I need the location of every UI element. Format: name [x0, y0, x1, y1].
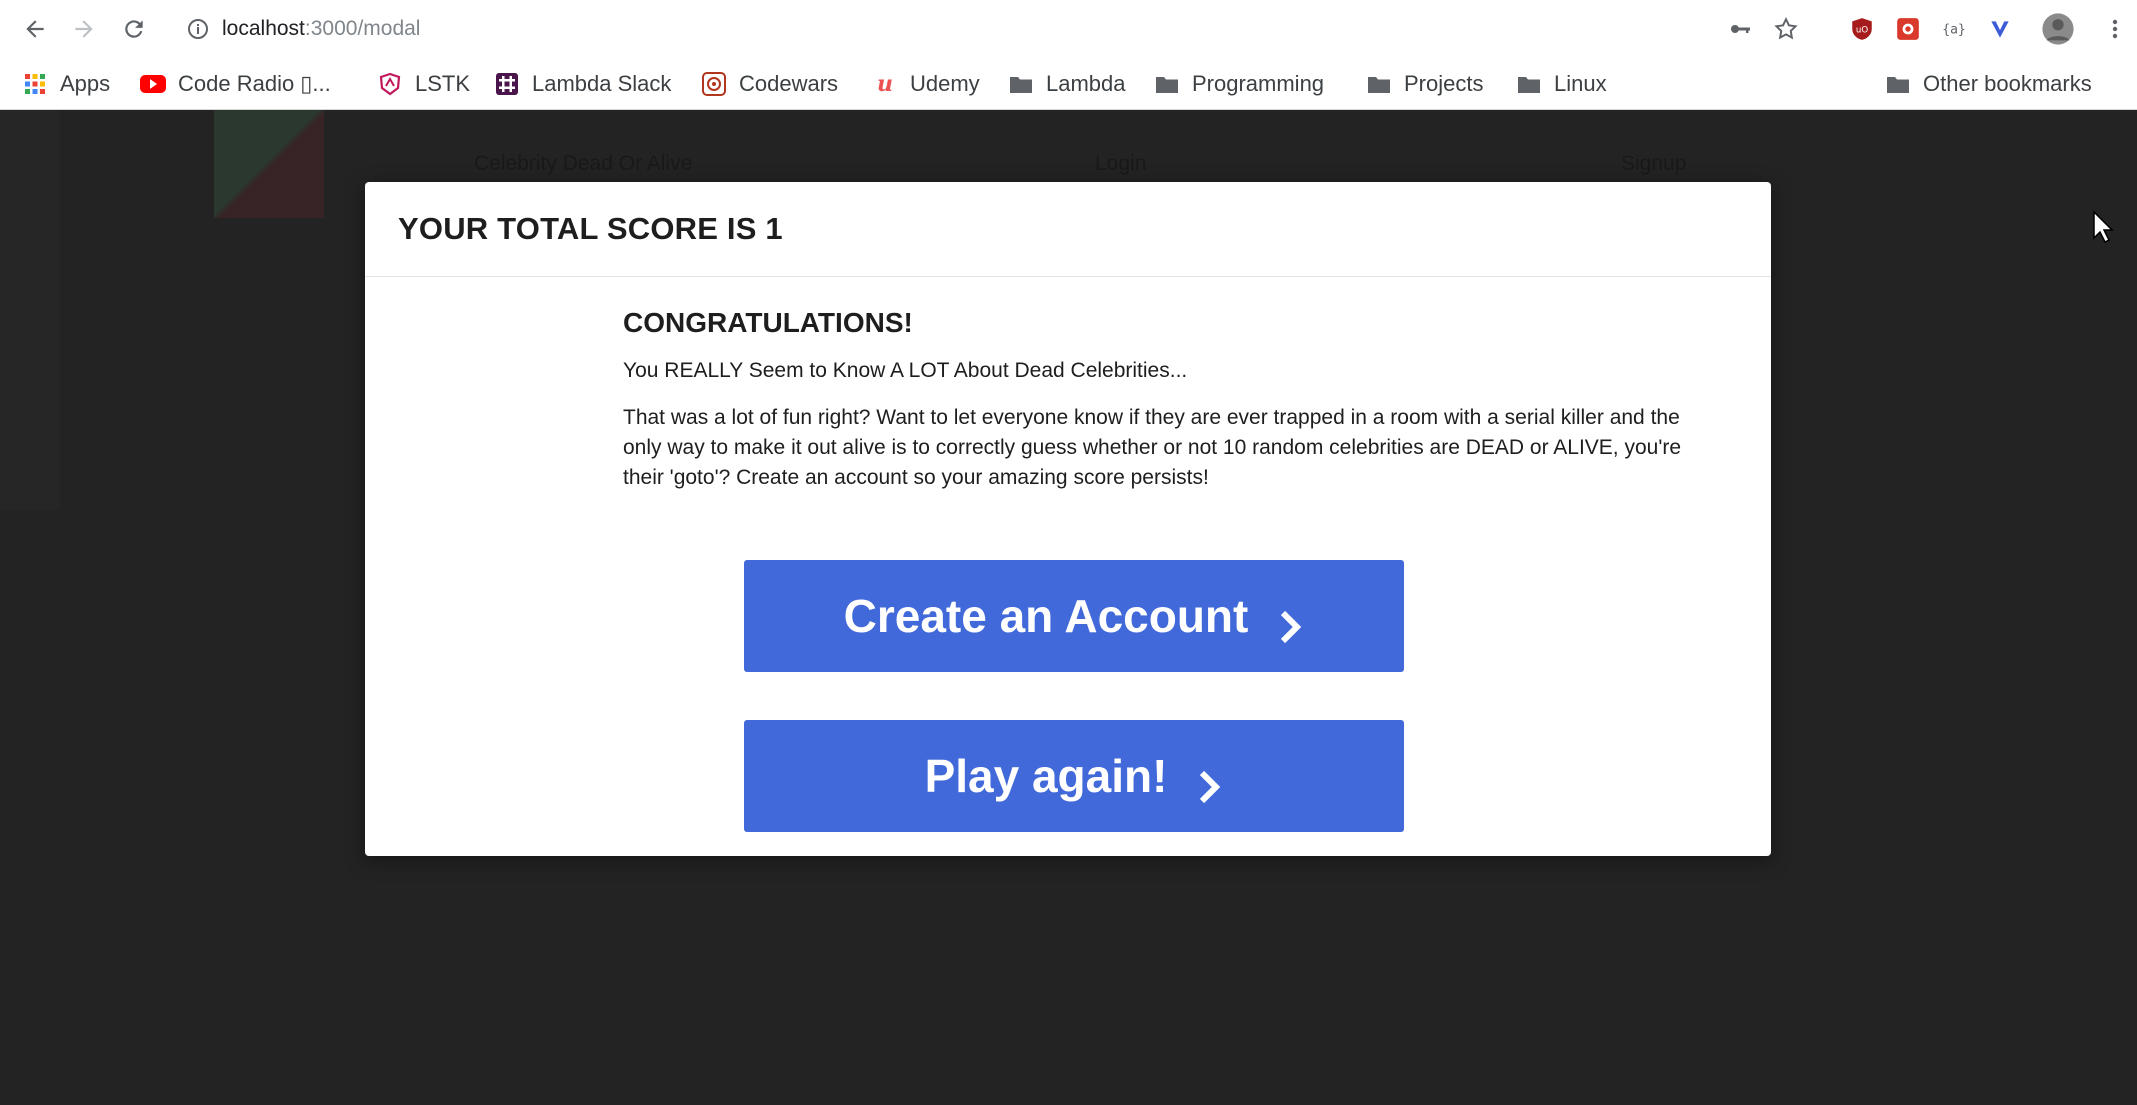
ublock-icon[interactable]: uO [1839, 8, 1885, 50]
play-again-label: Play again! [924, 750, 1168, 802]
pitch-text: That was a lot of fun right? Want to let… [623, 406, 1681, 489]
chevron-right-icon [1281, 610, 1302, 644]
nav-login[interactable]: Login [1095, 152, 1146, 176]
bookmark-label: LSTK [415, 71, 471, 96]
reload-button[interactable] [114, 9, 154, 49]
bookmark-label: Apps [60, 71, 111, 96]
bookmark-lambda[interactable]: Lambda [1008, 58, 1126, 110]
bookmark-label: Lambda [1046, 71, 1126, 96]
bookmarks-bar: Apps Code Radio ▯... LSTK Lambda Slack C… [0, 58, 2137, 110]
reload-icon [125, 20, 143, 38]
profile-avatar[interactable] [2023, 8, 2093, 50]
bookmark-label: Udemy [910, 71, 980, 96]
svg-text:{a}: {a} [1942, 22, 1965, 37]
bookmark-apps[interactable]: Apps [22, 58, 110, 110]
folder-icon [1366, 71, 1392, 97]
youtube-icon [140, 71, 166, 97]
star-icon[interactable] [1763, 8, 1809, 50]
url-path: :3000/modal [304, 17, 421, 40]
key-icon[interactable] [1717, 8, 1763, 50]
modal-title: YOUR TOTAL SCORE IS 1 [398, 211, 783, 246]
background-panel [0, 110, 60, 510]
folder-icon [1885, 71, 1911, 97]
chevron-right-icon [1200, 770, 1221, 804]
bookmark-label: Lambda Slack [532, 71, 672, 96]
bookmark-lambda-slack[interactable]: Lambda Slack [494, 58, 671, 110]
bookmark-codewars[interactable]: Codewars [701, 58, 838, 110]
congrats-heading: CONGRATULATIONS! [623, 307, 913, 338]
nav-signup[interactable]: Signup [1621, 152, 1686, 176]
slack-icon [494, 71, 520, 97]
folder-icon [1516, 71, 1542, 97]
bookmark-programming[interactable]: Programming [1154, 58, 1324, 110]
url-host: localhost [222, 17, 305, 40]
address-bar[interactable]: localhost:3000/modal [172, 8, 1672, 50]
forward-arrow-icon [75, 20, 93, 38]
forward-button[interactable] [64, 9, 104, 49]
back-arrow-icon [26, 20, 44, 38]
tagline-text: You REALLY Seem to Know A LOT About Dead… [623, 359, 1188, 382]
bookmark-label: Code Radio ▯... [178, 71, 331, 96]
nav-brand[interactable]: Celebrity Dead Or Alive [474, 152, 692, 176]
svg-text:uO: uO [1856, 25, 1868, 35]
bookmark-linux[interactable]: Linux [1516, 58, 1607, 110]
play-again-button[interactable]: Play again! [744, 720, 1404, 832]
bookmark-label: Other bookmarks [1923, 71, 2092, 96]
extension-v-icon[interactable] [1977, 8, 2023, 50]
bookmark-projects[interactable]: Projects [1366, 58, 1483, 110]
folder-icon [1008, 71, 1034, 97]
bookmark-label: Programming [1192, 71, 1325, 96]
bookmark-label: Codewars [739, 71, 839, 96]
extension-red-icon[interactable] [1885, 8, 1931, 50]
site-logo [214, 110, 324, 218]
bookmark-label: Linux [1554, 71, 1607, 96]
apps-grid-icon [22, 71, 48, 97]
toolbar-right-icons: uO {a} [1717, 8, 2137, 50]
bookmark-label: Projects [1404, 71, 1484, 96]
browser-toolbar: localhost:3000/modal uO {a} [0, 0, 2137, 58]
menu-kebab-icon[interactable] [2093, 8, 2137, 50]
info-icon[interactable] [186, 17, 210, 41]
create-account-button[interactable]: Create an Account [744, 560, 1404, 672]
mouse-cursor-icon [2093, 210, 2114, 244]
bookmark-udemy[interactable]: u Udemy [872, 58, 980, 110]
create-account-label: Create an Account [843, 590, 1249, 642]
bookmark-lstk[interactable]: LSTK [377, 58, 470, 110]
bookmark-other[interactable]: Other bookmarks [1885, 58, 2092, 110]
modal-body: CONGRATULATIONS! You REALLY Seem to Know… [365, 307, 1771, 493]
folder-icon [1154, 71, 1180, 97]
udemy-icon: u [872, 71, 898, 97]
extension-braces-icon[interactable]: {a} [1931, 8, 1977, 50]
lstk-shield-icon [377, 71, 403, 97]
svg-text:u: u [877, 72, 893, 96]
codewars-icon [701, 71, 727, 97]
avatar-icon [2042, 13, 2074, 45]
back-button[interactable] [15, 9, 55, 49]
modal-header: YOUR TOTAL SCORE IS 1 [365, 182, 1771, 277]
score-modal: YOUR TOTAL SCORE IS 1 CONGRATULATIONS! Y… [365, 182, 1771, 856]
bookmark-code-radio[interactable]: Code Radio ▯... [140, 58, 331, 110]
